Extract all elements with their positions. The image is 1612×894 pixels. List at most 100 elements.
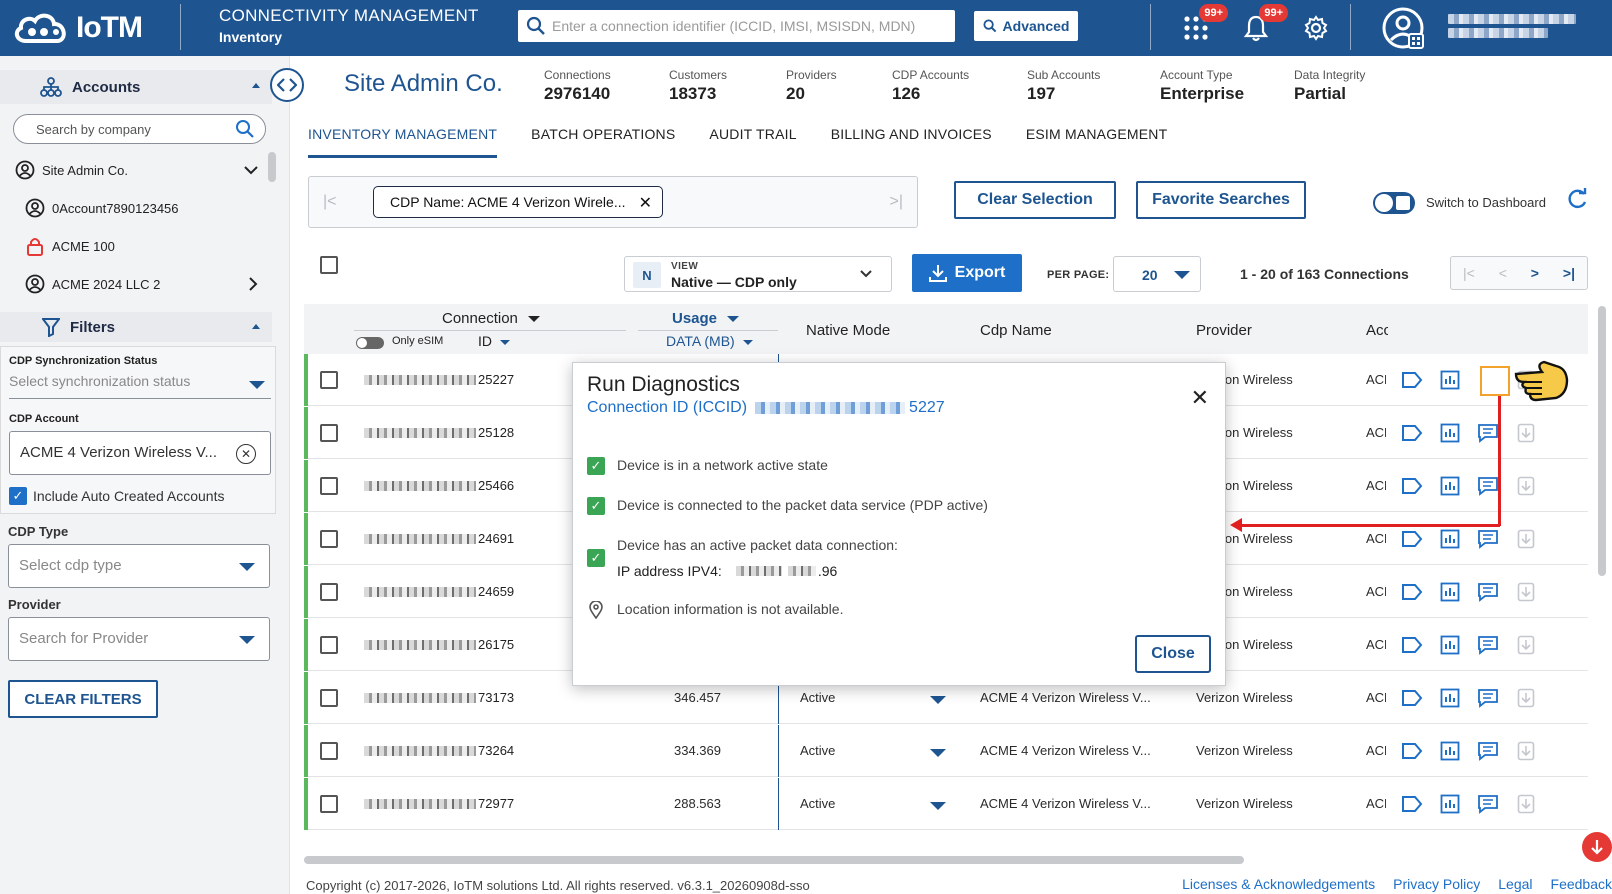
notifications-button[interactable]: 99+ (1238, 4, 1288, 46)
message-icon[interactable] (1476, 421, 1500, 445)
col-id[interactable]: ID (478, 333, 510, 349)
tag-icon[interactable] (1400, 368, 1424, 392)
apps-grid-button[interactable]: 99+ (1178, 4, 1228, 46)
download-sheet-icon[interactable] (1514, 474, 1538, 498)
row-checkbox[interactable] (320, 477, 338, 495)
col-cdp-name[interactable]: Cdp Name (980, 322, 1052, 339)
message-icon[interactable] (1476, 474, 1500, 498)
filters-section-header[interactable]: Filters (0, 312, 272, 342)
sidebar-scrollbar[interactable] (268, 152, 276, 182)
diagnostics-chart-icon[interactable] (1438, 580, 1462, 604)
table-horizontal-scrollbar[interactable] (304, 856, 1244, 864)
connection-id[interactable]: 24691 (364, 531, 514, 546)
per-page-select[interactable]: 20 (1113, 256, 1201, 292)
row-checkbox[interactable] (320, 530, 338, 548)
link-legal[interactable]: Legal (1498, 876, 1532, 892)
link-feedback[interactable]: Feedback (1551, 876, 1612, 892)
connection-search-input[interactable] (552, 18, 955, 34)
col-account[interactable]: Account (1366, 322, 1388, 339)
col-usage[interactable]: Usage (672, 310, 740, 327)
connection-id[interactable]: 26175 (364, 637, 514, 652)
only-esim-toggle[interactable] (356, 337, 384, 349)
diagnostics-chart-icon[interactable] (1438, 633, 1462, 657)
dropdown-arrow-icon[interactable] (930, 749, 946, 757)
connection-search[interactable] (518, 10, 955, 42)
provider-select[interactable]: Search for Provider (8, 617, 270, 661)
tag-icon[interactable] (1400, 792, 1424, 816)
message-icon[interactable] (1476, 686, 1500, 710)
table-row[interactable]: 72977 288.563 Active ACME 4 Verizon Wireles… (304, 778, 1588, 830)
dropdown-arrow-icon[interactable] (930, 696, 946, 704)
dashboard-toggle[interactable] (1373, 192, 1415, 214)
row-checkbox[interactable] (320, 636, 338, 654)
tag-icon[interactable] (1400, 739, 1424, 763)
download-sheet-icon[interactable] (1514, 580, 1538, 604)
link-privacy-policy[interactable]: Privacy Policy (1393, 876, 1480, 892)
download-sheet-icon[interactable] (1514, 739, 1538, 763)
close-icon[interactable]: ✕ (1191, 385, 1209, 411)
cdp-account-field[interactable]: ACME 4 Verizon Wireless V... ✕ (9, 431, 271, 475)
close-icon[interactable]: ✕ (639, 193, 652, 213)
link-licenses[interactable]: Licenses & Acknowledgements (1182, 876, 1375, 892)
diagnostics-chart-icon[interactable] (1438, 527, 1462, 551)
tab-billing-and-invoices[interactable]: BILLING AND INVOICES (831, 126, 992, 158)
row-checkbox[interactable] (320, 371, 338, 389)
search-chip[interactable]: CDP Name: ACME 4 Verizon Wirele... ✕ (373, 186, 663, 218)
tab-batch-operations[interactable]: BATCH OPERATIONS (531, 126, 675, 158)
message-icon[interactable] (1476, 527, 1500, 551)
tag-icon[interactable] (1400, 686, 1424, 710)
download-sheet-icon[interactable] (1514, 421, 1538, 445)
col-connection[interactable]: Connection (442, 310, 540, 327)
diagnostics-chart-icon[interactable] (1438, 474, 1462, 498)
tag-icon[interactable] (1400, 580, 1424, 604)
tab-audit-trail[interactable]: AUDIT TRAIL (709, 126, 796, 158)
tag-icon[interactable] (1400, 474, 1424, 498)
connection-id[interactable]: 25227 (364, 372, 514, 387)
message-icon[interactable] (1476, 633, 1500, 657)
chip-first-icon[interactable]: |< (323, 193, 337, 211)
first-page-icon[interactable]: |< (1463, 265, 1475, 281)
checkbox-checked-icon[interactable]: ✓ (9, 487, 27, 505)
message-icon[interactable] (1476, 580, 1500, 604)
company-search-input[interactable] (36, 121, 235, 137)
message-icon[interactable] (1476, 792, 1500, 816)
collapse-sidebar-button[interactable] (270, 68, 304, 102)
connection-id[interactable]: 24659 (364, 584, 514, 599)
row-checkbox[interactable] (320, 742, 338, 760)
advanced-search-button[interactable]: Advanced (974, 11, 1078, 41)
tree-item-acme-100[interactable]: ACME 100 (24, 234, 115, 258)
clear-selection-button[interactable]: Clear Selection (954, 181, 1116, 219)
download-sheet-icon[interactable] (1514, 633, 1538, 657)
connection-id[interactable]: 25128 (364, 425, 514, 440)
download-sheet-icon[interactable] (1514, 527, 1538, 551)
prev-page-icon[interactable]: < (1499, 265, 1507, 281)
favorite-searches-button[interactable]: Favorite Searches (1136, 181, 1306, 219)
last-page-icon[interactable]: >| (1563, 265, 1575, 281)
tag-icon[interactable] (1400, 421, 1424, 445)
col-provider[interactable]: Provider (1196, 322, 1252, 339)
diagnostics-chart-icon[interactable] (1438, 686, 1462, 710)
diagnostics-chart-icon[interactable] (1438, 739, 1462, 763)
clear-circle-icon[interactable]: ✕ (236, 444, 256, 464)
table-vertical-scrollbar[interactable] (1598, 306, 1606, 576)
row-checkbox[interactable] (320, 583, 338, 601)
connection-id[interactable]: 25466 (364, 478, 514, 493)
clear-filters-button[interactable]: CLEAR FILTERS (8, 680, 158, 718)
row-checkbox[interactable] (320, 424, 338, 442)
chip-last-icon[interactable]: >| (890, 193, 904, 211)
row-checkbox[interactable] (320, 795, 338, 813)
chevron-down-icon[interactable] (244, 165, 258, 175)
connection-id[interactable]: 72977 (364, 796, 514, 811)
iotm-logo[interactable]: IoTM (12, 6, 143, 50)
sync-status-select[interactable]: Select synchronization status (9, 373, 271, 399)
user-avatar-icon[interactable] (1381, 6, 1425, 50)
select-all-checkbox[interactable] (320, 256, 338, 274)
col-data-mb[interactable]: DATA (MB) (666, 333, 753, 349)
dropdown-arrow-icon[interactable] (930, 802, 946, 810)
message-icon[interactable] (1476, 739, 1500, 763)
tab-inventory-management[interactable]: INVENTORY MANAGEMENT (308, 126, 498, 158)
download-sheet-icon[interactable] (1514, 792, 1538, 816)
settings-button[interactable] (1298, 10, 1334, 46)
tree-item-site-admin[interactable]: Site Admin Co. (14, 158, 258, 182)
diagnostics-chart-icon[interactable] (1438, 792, 1462, 816)
